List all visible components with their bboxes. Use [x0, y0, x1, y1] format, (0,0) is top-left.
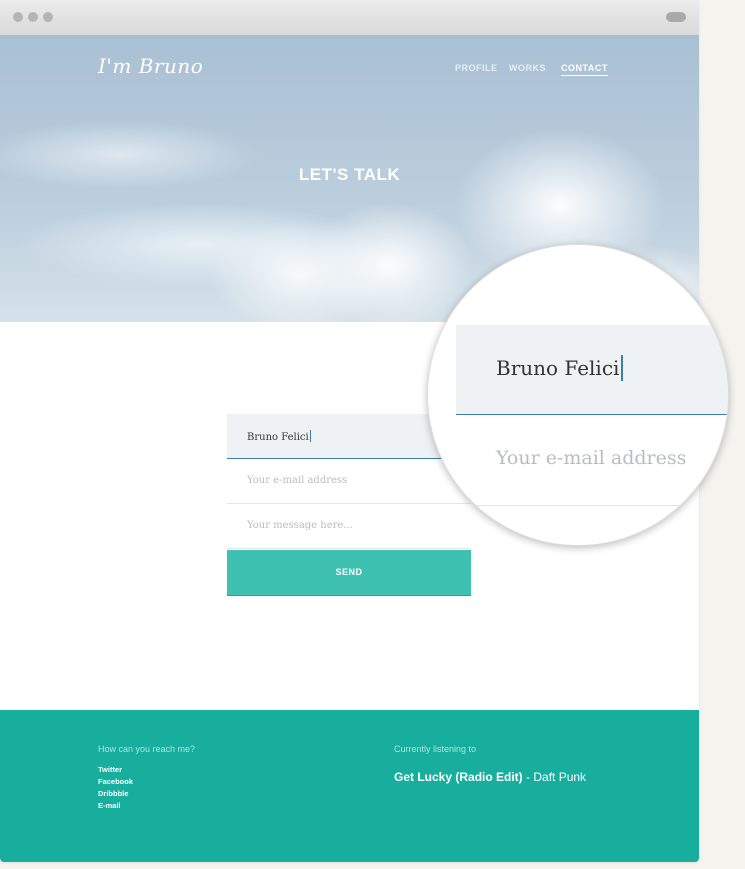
text-caret — [309, 430, 311, 442]
email-field[interactable]: Your e-mail address — [227, 459, 471, 504]
page-title: LET'S TALK — [298, 165, 401, 184]
title-bar — [0, 0, 699, 36]
name-field-value: Bruno Felici — [247, 430, 311, 443]
magnifier-lens: Bruno Felici Your e-mail address — [427, 244, 729, 546]
link-facebook[interactable]: Facebook — [98, 777, 133, 786]
close-window-icon[interactable] — [13, 12, 23, 22]
link-twitter[interactable]: Twitter — [98, 765, 122, 774]
reach-heading: How can you reach me? — [98, 744, 196, 754]
nav-profile[interactable]: PROFILE — [455, 63, 498, 73]
magnified-email-placeholder: Your e-mail address — [496, 447, 687, 469]
site-logo[interactable]: I'm Bruno — [98, 54, 203, 78]
listening-heading: Currently listening to — [394, 744, 477, 754]
send-button[interactable]: SEND — [227, 550, 471, 596]
magnified-name-field: Bruno Felici — [456, 325, 728, 415]
footer: How can you reach me? Twitter Facebook D… — [0, 710, 699, 862]
magnified-caret — [621, 355, 624, 381]
email-field-placeholder: Your e-mail address — [247, 475, 348, 486]
nav-works[interactable]: WORKS — [509, 63, 546, 73]
message-field[interactable]: Your message here... — [227, 504, 471, 549]
song-artist: - Daft Punk — [526, 770, 587, 784]
magnified-email-field: Your e-mail address — [456, 415, 728, 506]
link-email[interactable]: E-mail — [98, 801, 121, 810]
magnified-name-value: Bruno Felici — [496, 355, 624, 381]
song-title: Get Lucky (Radio Edit) — [394, 770, 523, 784]
now-playing: Get Lucky (Radio Edit) - Daft Punk — [394, 770, 586, 784]
link-dribbble[interactable]: Dribbble — [98, 789, 128, 798]
minimize-window-icon[interactable] — [28, 12, 38, 22]
message-field-placeholder: Your message here... — [247, 520, 353, 531]
nav-contact[interactable]: CONTACT — [561, 63, 608, 76]
toolbar-toggle-icon[interactable] — [666, 12, 686, 22]
maximize-window-icon[interactable] — [43, 12, 53, 22]
